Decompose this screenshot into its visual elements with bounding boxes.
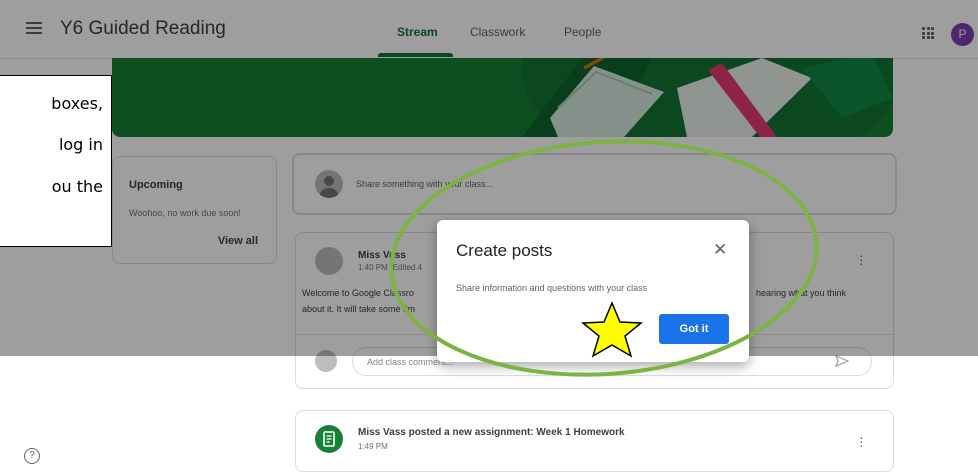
create-posts-dialog: Create posts ✕ Share information and que… [437,220,749,362]
dialog-title: Create posts [456,241,553,260]
send-icon[interactable] [835,355,849,367]
callout-line-2: log in [58,135,103,154]
assignment-icon [315,425,343,453]
assignment-more-options-icon[interactable]: · · · [859,430,864,452]
instruction-callout: boxes, log in ou the [0,75,112,247]
assignment-time: 1:49 PM [358,442,388,451]
got-it-button[interactable]: Got it [659,314,729,344]
dialog-text: Share information and questions with you… [456,283,648,293]
close-icon[interactable]: ✕ [713,240,727,260]
assignment-post[interactable]: Miss Vass posted a new assignment: Week … [295,410,894,472]
callout-line-1: boxes, [51,94,103,113]
assignment-title[interactable]: Miss Vass posted a new assignment: Week … [358,427,625,438]
callout-line-3: ou the [51,177,103,196]
